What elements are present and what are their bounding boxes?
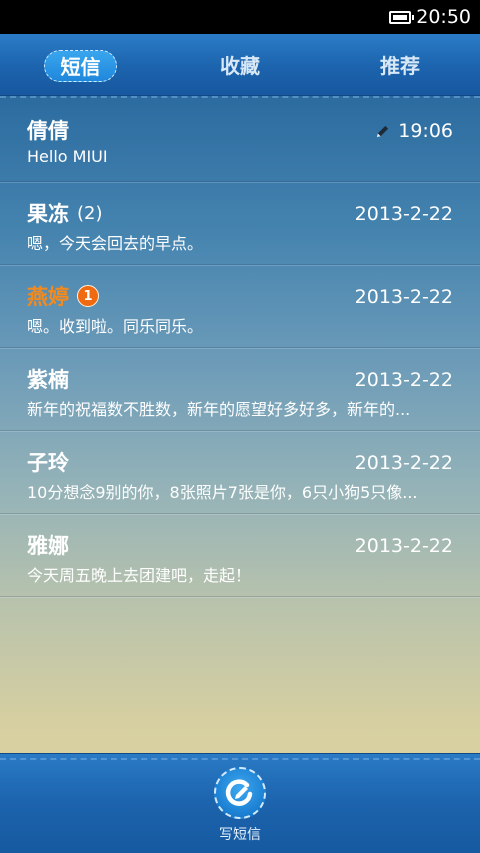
message-preview: 嗯。收到啦。同乐同乐。 <box>27 317 204 336</box>
message-date: 2013-2-22 <box>354 203 453 225</box>
contact-name: 雅娜 <box>27 534 69 558</box>
message-preview: Hello MIUI <box>27 147 108 166</box>
message-preview: 今天周五晚上去团建吧，走起！ <box>27 566 252 585</box>
compose-label: 写短信 <box>219 827 261 843</box>
tab-recommended[interactable]: 推荐 <box>364 50 436 82</box>
message-preview: 嗯，今天会回去的早点。 <box>27 234 204 253</box>
conversation-row[interactable]: 子玲 2013-2-22 10分想念9别的你，8张照片7张是你，6只小狗5只像.… <box>0 431 480 515</box>
message-date: 2013-2-22 <box>354 535 453 557</box>
conversation-row[interactable]: 倩倩 19:06 Hello MIUI <box>0 99 480 183</box>
conversation-row[interactable]: 雅娜 2013-2-22 今天周五晚上去团建吧，走起！ <box>0 514 480 598</box>
conversation-row[interactable]: 果冻 (2) 2013-2-22 嗯，今天会回去的早点。 <box>0 182 480 266</box>
conversation-list: 倩倩 19:06 Hello MIUI 果冻 (2) 2013-2-22 嗯，今… <box>0 99 480 598</box>
bottom-divider <box>0 758 480 760</box>
compose-icon <box>225 779 253 806</box>
message-date: 2013-2-22 <box>354 286 453 308</box>
message-count: (2) <box>77 202 103 224</box>
bottom-bar: 写短信 <box>0 753 480 853</box>
message-date: 2013-2-22 <box>354 369 453 391</box>
message-time: 19:06 <box>375 120 453 142</box>
conversation-row[interactable]: 紫楠 2013-2-22 新年的祝福数不胜数，新年的愿望好多好多，新年的... <box>0 348 480 432</box>
contact-name: 倩倩 <box>27 119 69 143</box>
draft-pencil-icon <box>377 125 389 137</box>
status-bar: 20:50 <box>0 0 480 34</box>
contact-name: 果冻 (2) <box>27 202 103 226</box>
battery-icon <box>389 10 415 24</box>
compose-button[interactable] <box>214 767 266 819</box>
contact-name: 燕婷 1 <box>27 281 99 311</box>
message-preview: 新年的祝福数不胜数，新年的愿望好多好多，新年的... <box>27 400 411 419</box>
conversation-row[interactable]: 燕婷 1 2013-2-22 嗯。收到啦。同乐同乐。 <box>0 265 480 349</box>
contact-name: 紫楠 <box>27 368 69 392</box>
tab-header: 短信 收藏 推荐 <box>0 34 480 96</box>
tab-messages[interactable]: 短信 <box>44 50 117 82</box>
contact-name: 子玲 <box>27 451 69 475</box>
message-preview: 10分想念9别的你，8张照片7张是你，6只小狗5只像... <box>27 483 418 502</box>
tab-favorites[interactable]: 收藏 <box>204 50 276 82</box>
message-date: 2013-2-22 <box>354 452 453 474</box>
status-time: 20:50 <box>416 6 471 28</box>
messages-app: 短信 收藏 推荐 倩倩 19:06 Hello MIUI 果冻 (2) 2013… <box>0 34 480 853</box>
unread-badge: 1 <box>77 285 99 307</box>
